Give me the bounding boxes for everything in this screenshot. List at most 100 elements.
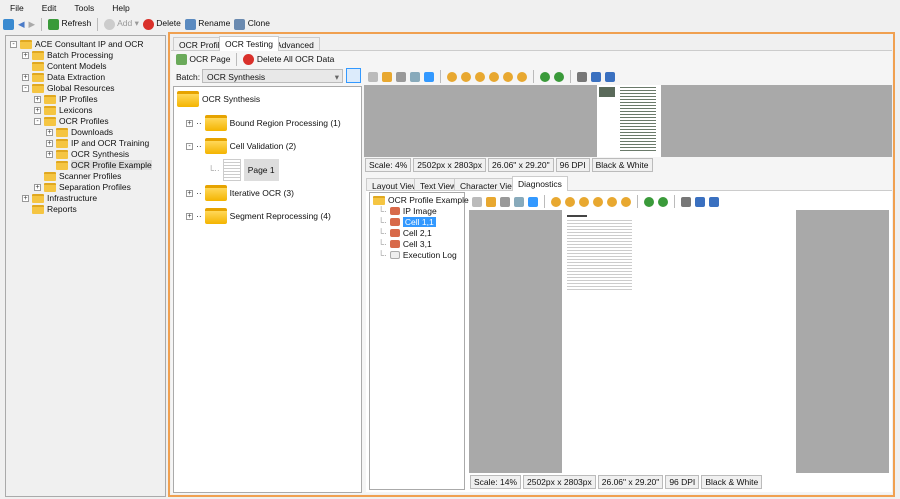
expander-icon[interactable]: + (34, 95, 41, 103)
diagnostics-image-viewer[interactable] (469, 210, 889, 473)
expander-icon[interactable]: - (10, 40, 17, 48)
status-field: 96 DPI (555, 158, 590, 172)
settings-icon[interactable] (709, 196, 719, 207)
expander-icon[interactable]: + (34, 106, 41, 114)
nav-tree-item[interactable]: + Downloads (46, 127, 113, 137)
print-icon[interactable] (681, 196, 691, 207)
nav-tree-item[interactable]: + Lexicons (34, 105, 93, 115)
nav-tree-item[interactable]: + Batch Processing (22, 50, 113, 60)
batch-select[interactable]: OCR Synthesis ▾ (202, 69, 343, 83)
diag-tree-item[interactable]: └· Cell 1,1 (378, 217, 436, 227)
zoom-out-icon[interactable] (461, 71, 471, 82)
nav-tree-item[interactable]: + Data Extraction (22, 72, 105, 82)
forward-button[interactable]: ▶ (29, 19, 36, 30)
zoom-width-icon[interactable] (503, 71, 513, 82)
status-field: 26.06" x 29.20" (488, 158, 554, 172)
nav-tree-item[interactable]: + IP and OCR Training (46, 138, 149, 148)
nav-tree-item[interactable]: OCR Profile Example (46, 160, 152, 170)
clone-button[interactable]: Clone (234, 18, 270, 30)
zoom-page-icon[interactable] (489, 71, 499, 82)
menu-edit[interactable]: Edit (42, 3, 57, 13)
rotate-right-icon[interactable] (540, 71, 550, 82)
zoom-region-icon[interactable] (514, 196, 524, 207)
diag-tree-item[interactable]: └· Cell 3,1 (378, 239, 432, 249)
batch-node[interactable]: + ·· Bound Region Processing (1) (186, 115, 341, 131)
zoom-in-icon[interactable] (551, 196, 561, 207)
delete-button[interactable]: Delete (142, 18, 181, 30)
expander-icon[interactable]: - (22, 84, 29, 92)
expander-icon[interactable]: + (46, 128, 53, 136)
menu-file[interactable]: File (10, 3, 24, 13)
status-field: 96 DPI (665, 475, 700, 489)
nav-tree-item[interactable]: - OCR Profiles (34, 116, 109, 126)
nav-tree-item[interactable]: Reports (22, 204, 77, 214)
clone-icon (234, 18, 246, 30)
zoom-fit-icon[interactable] (424, 71, 434, 82)
zoom-fit-icon[interactable] (528, 196, 538, 207)
expander-icon[interactable]: + (46, 150, 53, 158)
zoom-height-icon[interactable] (621, 196, 631, 207)
page-node[interactable]: └·· Page 1 (208, 159, 279, 181)
save-icon[interactable] (591, 71, 601, 82)
folder-icon (56, 149, 68, 159)
menu-help[interactable]: Help (112, 3, 129, 13)
nav-tree-item[interactable]: + IP Profiles (34, 94, 98, 104)
nav-tree-item[interactable]: Content Models (22, 61, 107, 71)
diag-tree-item[interactable]: └· Execution Log (378, 250, 457, 260)
diag-tree-item[interactable]: └· Cell 2,1 (378, 228, 432, 238)
add-region-icon[interactable] (396, 71, 406, 82)
add-region-icon[interactable] (500, 196, 510, 207)
diag-root[interactable]: OCR Profile Example (373, 195, 469, 205)
zoom-in-icon[interactable] (447, 71, 457, 82)
menu-tools[interactable]: Tools (74, 3, 94, 13)
zoom-actual-icon[interactable] (579, 196, 589, 207)
batch-root[interactable]: OCR Synthesis (177, 91, 260, 107)
expander-icon[interactable]: + (22, 73, 29, 81)
pointer-icon[interactable] (368, 71, 378, 82)
expander-icon[interactable]: - (34, 117, 41, 125)
rotate-right-icon[interactable] (644, 196, 654, 207)
nav-tree-item[interactable]: + OCR Synthesis (46, 149, 129, 159)
settings-icon[interactable] (605, 71, 615, 82)
bottom-status-bar: Scale: 14% 2502px x 2803px 26.06" x 29.20"… (470, 475, 763, 489)
batch-filter-button[interactable] (346, 68, 361, 83)
expander-icon[interactable]: + (34, 183, 41, 191)
add-button[interactable]: Add ▾ (104, 18, 139, 30)
print-icon[interactable] (577, 71, 587, 82)
ocr-page-button[interactable]: OCR Page (176, 54, 230, 66)
batch-node[interactable]: - ·· Cell Validation (2) (186, 138, 296, 154)
zoom-height-icon[interactable] (517, 71, 527, 82)
pan-icon[interactable] (486, 196, 496, 207)
folder-icon (177, 91, 199, 107)
save-icon[interactable] (695, 196, 705, 207)
batch-node[interactable]: + ·· Segment Reprocessing (4) (186, 208, 331, 224)
tab-ocr-testing[interactable]: OCR Testing (219, 36, 280, 51)
expander-icon[interactable]: + (46, 139, 53, 147)
page-preview[interactable] (364, 85, 892, 157)
rename-button[interactable]: Rename (184, 18, 230, 30)
rotate-left-icon[interactable] (658, 196, 668, 207)
diag-tree-item[interactable]: └· IP Image (378, 206, 437, 216)
nav-tree-item[interactable]: - ACE Consultant IP and OCR (10, 39, 144, 49)
tab-diagnostics[interactable]: Diagnostics (512, 176, 568, 191)
back-button[interactable]: ◀ (18, 19, 25, 30)
rotate-left-icon[interactable] (554, 71, 564, 82)
zoom-width-icon[interactable] (607, 196, 617, 207)
expander-icon[interactable]: + (22, 194, 29, 202)
pointer-icon[interactable] (472, 196, 482, 207)
nav-tree-item[interactable]: - Global Resources (22, 83, 115, 93)
nav-tree-item[interactable]: Scanner Profiles (34, 171, 121, 181)
pan-icon[interactable] (382, 71, 392, 82)
zoom-out-icon[interactable] (565, 196, 575, 207)
nav-tree-item[interactable]: + Infrastructure (22, 193, 97, 203)
expander-icon[interactable]: + (22, 51, 29, 59)
zoom-region-icon[interactable] (410, 71, 420, 82)
panel-toggle-icon[interactable] (3, 18, 14, 30)
zoom-actual-icon[interactable] (475, 71, 485, 82)
zoom-page-icon[interactable] (593, 196, 603, 207)
delete-all-ocr-button[interactable]: Delete All OCR Data (243, 54, 334, 66)
refresh-button[interactable]: Refresh (48, 18, 91, 30)
main-toolbar: ◀ ▶ Refresh Add ▾ Delete Rename Clone (3, 17, 270, 31)
batch-node[interactable]: + ·· Iterative OCR (3) (186, 185, 294, 201)
nav-tree-item[interactable]: + Separation Profiles (34, 182, 131, 192)
